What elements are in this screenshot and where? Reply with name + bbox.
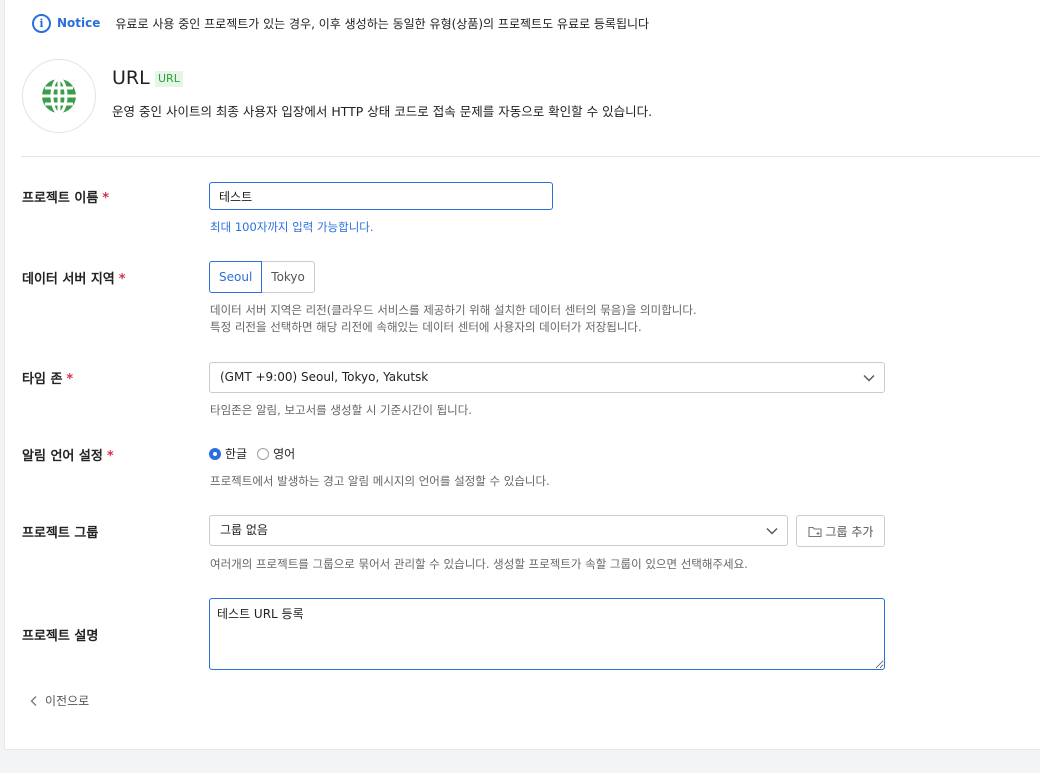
required-mark: * <box>102 191 110 206</box>
product-description: 운영 중인 사이트의 최종 사용자 입장에서 HTTP 상태 코드로 접속 문제… <box>112 104 653 119</box>
content-panel: i Notice 유료로 사용 중인 프로젝트가 있는 경우, 이후 생성하는 … <box>4 0 1040 750</box>
region-help: 데이터 서버 지역은 리전(클라우드 서비스를 제공하기 위해 설치한 데이터 … <box>210 302 697 336</box>
description-textarea[interactable]: 테스트 URL 등록 <box>209 598 885 670</box>
language-option-label: 한글 <box>225 447 248 461</box>
description-label: 프로젝트 설명 <box>22 629 99 644</box>
language-option-english[interactable]: 영어 <box>257 445 295 462</box>
group-value: 그룹 없음 <box>220 523 268 537</box>
group-help: 여러개의 프로젝트를 그룹으로 묶어서 관리할 수 있습니다. 생성할 프로젝트… <box>210 557 748 571</box>
language-radio-group: 한글 영어 <box>209 445 295 462</box>
language-label-text: 알림 언어 설정 <box>22 449 103 464</box>
folder-plus-icon <box>807 526 822 537</box>
timezone-label-text: 타임 존 <box>22 372 63 387</box>
notice-text: 유료로 사용 중인 프로젝트가 있는 경우, 이후 생성하는 동일한 유형(상품… <box>115 16 650 31</box>
add-group-label: 그룹 추가 <box>825 524 874 539</box>
chevron-left-icon <box>30 695 37 706</box>
product-name: URL <box>112 67 150 89</box>
language-option-label: 영어 <box>273 447 296 461</box>
product-logo <box>22 59 96 133</box>
notice-title: Notice <box>57 16 101 30</box>
region-toggle: Seoul Tokyo <box>209 261 315 293</box>
region-help-line: 특정 리전을 선택하면 해당 리전에 속해있는 데이터 센터에 사용자의 데이터… <box>210 320 642 334</box>
region-help-line: 데이터 서버 지역은 리전(클라우드 서비스를 제공하기 위해 설치한 데이터 … <box>210 303 697 317</box>
timezone-value: (GMT +9:00) Seoul, Tokyo, Yakutsk <box>220 370 429 384</box>
back-link[interactable]: 이전으로 <box>29 692 89 709</box>
region-option-seoul[interactable]: Seoul <box>209 261 263 293</box>
project-name-label: 프로젝트 이름 * <box>22 187 109 206</box>
project-name-help: 최대 100자까지 입력 가능합니다. <box>210 220 374 234</box>
project-name-input[interactable] <box>209 182 553 210</box>
back-label: 이전으로 <box>45 694 90 708</box>
chevron-down-icon <box>766 528 778 535</box>
region-option-tokyo[interactable]: Tokyo <box>262 261 315 293</box>
group-label: 프로젝트 그룹 <box>22 526 99 541</box>
timezone-select[interactable]: (GMT +9:00) Seoul, Tokyo, Yakutsk <box>209 362 885 393</box>
info-icon: i <box>32 13 51 33</box>
radio-unchecked[interactable] <box>257 447 270 460</box>
project-name-label-text: 프로젝트 이름 <box>22 191 99 206</box>
language-label: 알림 언어 설정 * <box>22 445 114 464</box>
required-mark: * <box>118 272 126 287</box>
notice-bar: i Notice 유료로 사용 중인 프로젝트가 있는 경우, 이후 생성하는 … <box>32 12 649 34</box>
globe-icon <box>42 77 76 115</box>
product-badge: URL <box>155 71 183 87</box>
section-divider <box>21 156 1040 157</box>
language-help: 프로젝트에서 발생하는 경고 알림 메시지의 언어를 설정할 수 있습니다. <box>210 474 550 488</box>
region-label-text: 데이터 서버 지역 <box>22 272 115 287</box>
region-label: 데이터 서버 지역 * <box>22 268 126 287</box>
chevron-down-icon <box>863 375 875 382</box>
required-mark: * <box>106 449 114 464</box>
timezone-help: 타임존은 알림, 보고서를 생성할 시 기준시간이 됩니다. <box>210 403 473 417</box>
required-mark: * <box>66 372 74 387</box>
language-option-korean[interactable]: 한글 <box>209 445 247 462</box>
timezone-label: 타임 존 * <box>22 368 73 387</box>
add-group-button[interactable]: 그룹 추가 <box>796 515 885 547</box>
radio-checked[interactable] <box>209 447 221 460</box>
group-select[interactable]: 그룹 없음 <box>209 515 788 546</box>
